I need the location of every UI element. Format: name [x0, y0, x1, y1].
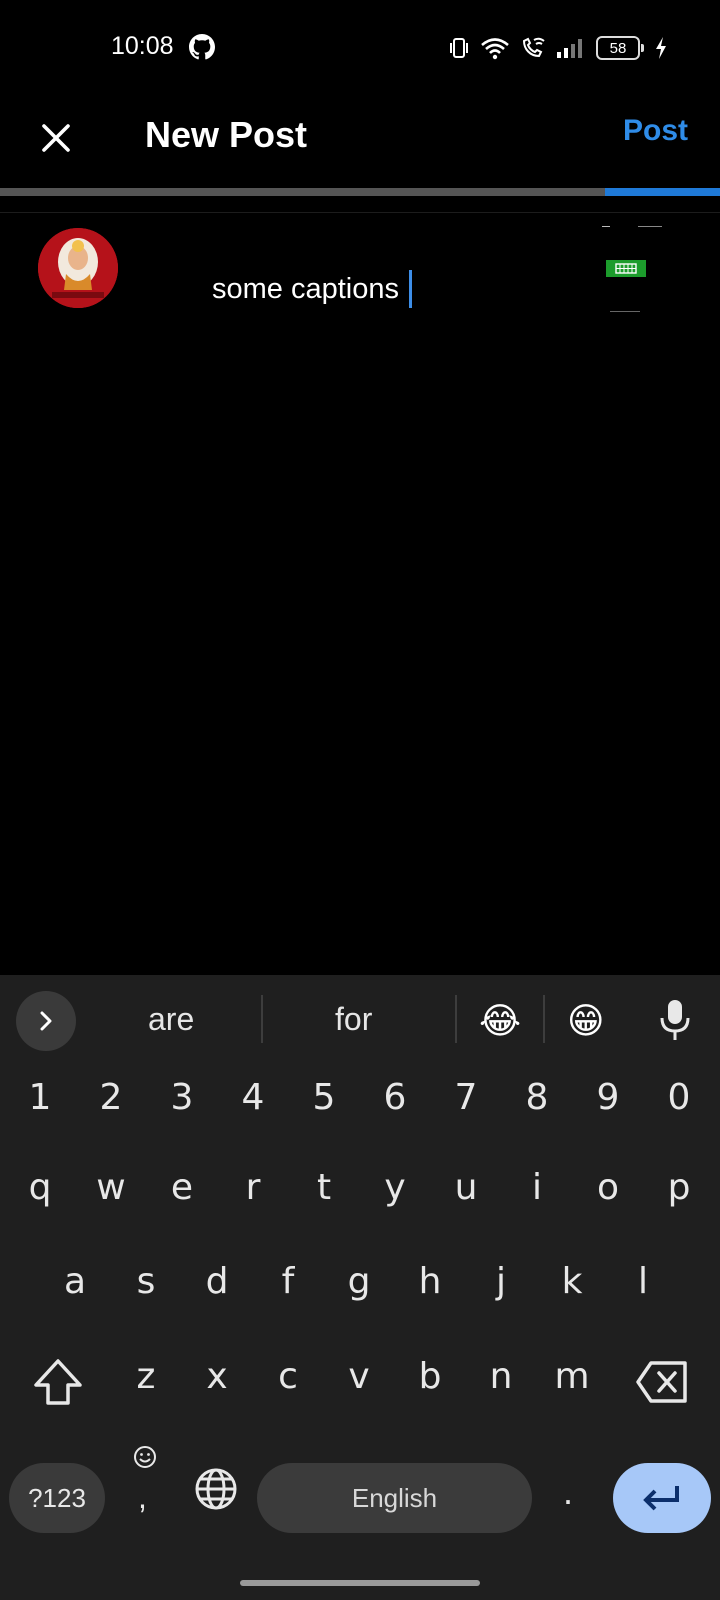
wifi-calling-icon [522, 37, 545, 58]
key-4[interactable]: 4 [223, 1077, 283, 1118]
key-k[interactable]: k [542, 1261, 602, 1302]
post-button[interactable]: Post [623, 114, 688, 148]
battery-level: 58 [609, 39, 627, 57]
suggestion-2[interactable]: for [335, 1001, 372, 1038]
app-bar: New Post Post [0, 96, 720, 184]
mic-icon[interactable] [657, 997, 693, 1043]
letter-row-3: zxcvbnm [0, 1350, 720, 1440]
key-6[interactable]: 6 [365, 1077, 425, 1118]
key-x[interactable]: x [187, 1356, 247, 1397]
soft-keyboard: are for 😂 😁 1234567890 qwertyuiop asdfgh… [0, 975, 720, 1600]
avatar [38, 228, 118, 308]
caption-text: some captions [212, 272, 399, 305]
upload-progress-fill [604, 188, 720, 196]
key-0[interactable]: 0 [649, 1077, 709, 1118]
status-icons: 58 [448, 34, 668, 62]
key-f[interactable]: f [258, 1261, 318, 1302]
key-y[interactable]: y [365, 1167, 425, 1208]
key-q[interactable]: q [10, 1167, 70, 1208]
suggestion-divider [261, 995, 263, 1043]
smiley-icon [134, 1446, 156, 1468]
key-8[interactable]: 8 [507, 1077, 567, 1118]
key-u[interactable]: u [436, 1167, 496, 1208]
period-key[interactable]: . [563, 1471, 573, 1513]
key-1[interactable]: 1 [10, 1077, 70, 1118]
close-icon [42, 124, 70, 152]
signal-icon [557, 39, 582, 58]
key-b[interactable]: b [400, 1356, 460, 1397]
emoji-suggestion-1[interactable]: 😂 [479, 1001, 521, 1041]
key-d[interactable]: d [187, 1261, 247, 1302]
suggestion-divider [455, 995, 457, 1043]
enter-icon [643, 1486, 679, 1511]
enter-key[interactable] [613, 1463, 711, 1533]
post-thumbnail[interactable] [598, 226, 678, 318]
key-t[interactable]: t [294, 1167, 354, 1208]
wifi-icon [481, 38, 509, 60]
divider [0, 212, 720, 213]
globe-icon[interactable] [194, 1467, 238, 1511]
key-v[interactable]: v [329, 1356, 389, 1397]
chevron-right-icon [40, 1011, 52, 1031]
page-title: New Post [145, 114, 308, 155]
key-i[interactable]: i [507, 1167, 567, 1208]
charging-icon [656, 37, 666, 59]
suggestion-bar: are for 😂 😁 [0, 975, 720, 1065]
key-z[interactable]: z [116, 1356, 176, 1397]
key-s[interactable]: s [116, 1261, 176, 1302]
battery-icon: 58 [596, 36, 644, 60]
letter-row-2: asdfghjkl [0, 1255, 720, 1345]
key-r[interactable]: r [223, 1167, 283, 1208]
key-o[interactable]: o [578, 1167, 638, 1208]
key-m[interactable]: m [542, 1356, 602, 1397]
text-cursor [409, 270, 412, 308]
key-p[interactable]: p [649, 1167, 709, 1208]
key-j[interactable]: j [471, 1261, 531, 1302]
emoji-suggestion-2[interactable]: 😁 [567, 1001, 605, 1041]
close-button[interactable] [28, 110, 84, 166]
key-9[interactable]: 9 [578, 1077, 638, 1118]
suggestion-divider [543, 995, 545, 1043]
key-5[interactable]: 5 [294, 1077, 354, 1118]
gesture-handle [240, 1580, 480, 1586]
suggestion-1[interactable]: are [148, 1001, 194, 1038]
upload-progress-bar [0, 188, 720, 196]
status-bar: 10:08 58 [0, 0, 720, 96]
shift-key[interactable] [30, 1355, 86, 1411]
key-a[interactable]: a [45, 1261, 105, 1302]
avatar-image [38, 228, 118, 308]
key-g[interactable]: g [329, 1261, 389, 1302]
caption-input[interactable]: some captions [212, 270, 412, 308]
backspace-key[interactable] [635, 1357, 691, 1407]
number-row: 1234567890 [0, 1071, 720, 1161]
comma-label: , [138, 1479, 147, 1515]
key-n[interactable]: n [471, 1356, 531, 1397]
letter-row-1: qwertyuiop [0, 1161, 720, 1251]
symbols-key[interactable]: ?123 [9, 1463, 105, 1533]
key-7[interactable]: 7 [436, 1077, 496, 1118]
vibrate-icon [450, 38, 468, 58]
key-h[interactable]: h [400, 1261, 460, 1302]
status-time: 10:08 [111, 32, 174, 60]
key-2[interactable]: 2 [81, 1077, 141, 1118]
key-l[interactable]: l [613, 1261, 673, 1302]
key-e[interactable]: e [152, 1167, 212, 1208]
github-icon [189, 34, 215, 60]
key-w[interactable]: w [81, 1167, 141, 1208]
expand-toolbar-button[interactable] [16, 991, 76, 1051]
key-3[interactable]: 3 [152, 1077, 212, 1118]
space-bar[interactable]: English [257, 1463, 532, 1533]
key-c[interactable]: c [258, 1356, 318, 1397]
emoji-comma-key[interactable]: , [130, 1445, 160, 1525]
